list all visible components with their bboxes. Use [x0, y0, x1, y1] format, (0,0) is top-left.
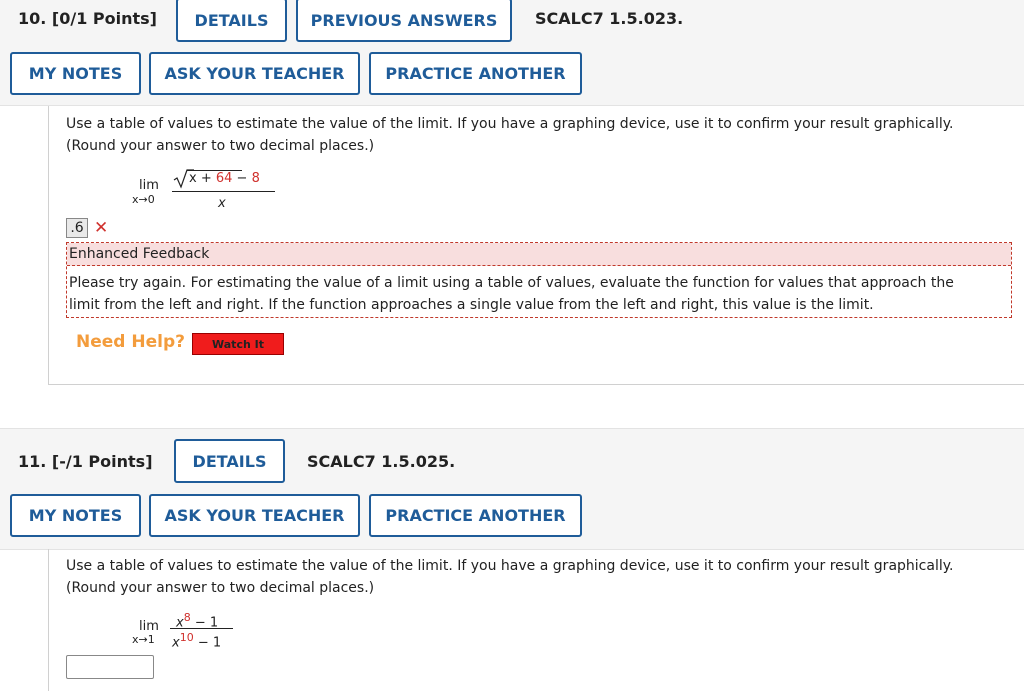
- q11-lim-word: lim: [139, 619, 159, 634]
- q11-lim-sub: x→1: [132, 633, 155, 646]
- q10-number-text: 10.: [18, 9, 47, 28]
- q11-question-text: Use a table of values to estimate the va…: [66, 555, 1016, 599]
- q10-denominator: x: [218, 196, 226, 211]
- q10-lim-sub: x→0: [132, 193, 155, 206]
- q11-ask-teacher-button[interactable]: ASK YOUR TEACHER: [149, 494, 360, 537]
- need-help-label: Need Help?: [76, 332, 185, 352]
- q11-number: 11. [-/1 Points]: [18, 452, 153, 471]
- q10-details-button[interactable]: DETAILS: [176, 0, 287, 42]
- q11-numer-exp: 8: [183, 611, 191, 624]
- q10-numer-c: −: [232, 171, 252, 186]
- q10-code: SCALC7 1.5.023.: [535, 9, 684, 28]
- q10-practice-another-button[interactable]: PRACTICE ANOTHER: [369, 52, 582, 95]
- q10-feedback-title: Enhanced Feedback: [67, 243, 1011, 266]
- q11-text-line2: (Round your answer to two decimal places…: [66, 580, 375, 596]
- q10-answer-box[interactable]: .6: [66, 218, 88, 238]
- q10-feedback-body: Please try again. For estimating the val…: [69, 272, 1004, 316]
- q10-feedback-line1: Please try again. For estimating the val…: [69, 275, 954, 291]
- q11-answer-input[interactable]: [66, 655, 154, 679]
- q11-code: SCALC7 1.5.025.: [307, 452, 456, 471]
- q11-details-button[interactable]: DETAILS: [174, 439, 285, 483]
- q11-practice-another-button[interactable]: PRACTICE ANOTHER: [369, 494, 582, 537]
- q10-points: [0/1 Points]: [51, 9, 157, 28]
- q10-text-line2: (Round your answer to two decimal places…: [66, 138, 375, 154]
- q11-points: [-/1 Points]: [51, 452, 153, 471]
- q10-numer-d: 8: [251, 171, 260, 186]
- q11-denom-rest: − 1: [193, 635, 222, 651]
- q11-denominator: x10 − 1: [172, 631, 221, 650]
- q11-text-line1: Use a table of values to estimate the va…: [66, 558, 954, 574]
- q10-numerator: x + 64 − 8: [189, 171, 260, 186]
- q11-number-text: 11.: [18, 452, 47, 471]
- q10-my-notes-button[interactable]: MY NOTES: [10, 52, 141, 95]
- q10-numer-b: 64: [215, 171, 233, 186]
- q10-feedback: Enhanced Feedback Please try again. For …: [66, 242, 1012, 318]
- q11-fraction-bar: [170, 628, 233, 629]
- watch-it-button[interactable]: Watch It: [192, 333, 284, 355]
- q10-question-text: Use a table of values to estimate the va…: [66, 113, 1016, 157]
- q11-my-notes-button[interactable]: MY NOTES: [10, 494, 141, 537]
- q10-lim-word: lim: [139, 178, 159, 193]
- q10-numer-a: x +: [189, 171, 216, 186]
- q10-number: 10. [0/1 Points]: [18, 9, 157, 28]
- incorrect-icon: ✕: [94, 218, 109, 238]
- q10-feedback-line2: limit from the left and right. If the fu…: [69, 297, 874, 313]
- q10-previous-answers-button[interactable]: PREVIOUS ANSWERS: [296, 0, 512, 42]
- q11-denom-base: x: [172, 635, 180, 651]
- q11-denom-exp: 10: [179, 631, 194, 644]
- q10-text-line1: Use a table of values to estimate the va…: [66, 116, 954, 132]
- q10-ask-teacher-button[interactable]: ASK YOUR TEACHER: [149, 52, 360, 95]
- q10-fraction-bar: [172, 191, 275, 192]
